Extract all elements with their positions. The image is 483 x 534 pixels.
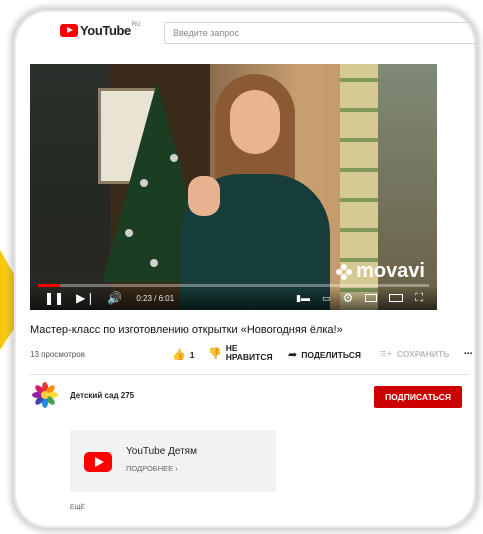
- ornament: [140, 179, 148, 187]
- ornament: [150, 259, 158, 267]
- channel-row: Детский сад 275 ПОДПИСАТЬСЯ: [30, 380, 470, 410]
- theater-mode-icon[interactable]: [389, 294, 404, 302]
- player-controls: ❚❚ ▶❘ 🔊 0:23 / 6:01 ▮▬ ▭ ⚙ ⛶: [30, 286, 437, 310]
- volume-icon[interactable]: 🔊: [107, 291, 122, 305]
- more-dots-icon: ⋯: [464, 348, 473, 358]
- video-player[interactable]: movavi ❚❚ ▶❘ 🔊 0:23 / 6:01 ▮▬ ▭ ⚙ ⛶: [30, 64, 437, 310]
- search-input[interactable]: Введите запрос: [164, 22, 476, 44]
- promo-more-label: ПОДРОБНЕЕ: [126, 464, 174, 473]
- watermark-text: movavi: [356, 260, 425, 282]
- movavi-watermark: movavi: [336, 260, 425, 283]
- subscribe-button[interactable]: ПОДПИСАТЬСЯ: [374, 386, 462, 408]
- miniplayer-icon[interactable]: [365, 294, 378, 302]
- more-actions-button[interactable]: ⋯: [464, 348, 473, 359]
- thumbs-down-icon: 👎: [208, 347, 222, 360]
- ornament: [170, 154, 178, 162]
- like-button[interactable]: 👍 1: [172, 348, 194, 361]
- youtube-kids-play-icon: [84, 452, 112, 472]
- divider: [30, 374, 470, 375]
- channel-avatar-flower-icon[interactable]: [32, 382, 58, 408]
- fullscreen-icon[interactable]: ⛶: [415, 292, 423, 305]
- presenter-hand: [188, 176, 220, 216]
- youtube-kids-card[interactable]: YouTube Детям ПОДРОБНЕЕ ›: [70, 430, 276, 492]
- time-display: 0:23 / 6:01: [136, 293, 175, 303]
- movavi-logo-icon: [336, 263, 353, 280]
- promo-title: YouTube Детям: [126, 446, 197, 457]
- youtube-play-icon: [60, 24, 78, 37]
- save-label: СОХРАНИТЬ: [396, 349, 450, 359]
- dislike-button[interactable]: 👎 НЕ НРАВИТСЯ: [208, 344, 273, 362]
- save-button[interactable]: ≡+ СОХРАНИТЬ: [380, 348, 449, 360]
- subtitles-icon[interactable]: ▭: [322, 293, 331, 304]
- settings-gear-icon[interactable]: ⚙: [343, 291, 354, 305]
- like-count: 1: [189, 349, 195, 360]
- share-label: ПОДЕЛИТЬСЯ: [301, 349, 361, 360]
- video-title: Мастер-класс по изготовлению открытки «Н…: [30, 324, 343, 336]
- logo-text: YouTube: [80, 23, 131, 38]
- presenter-face: [230, 90, 280, 154]
- view-count: 13 просмотров: [30, 350, 85, 359]
- share-button[interactable]: ➦ ПОДЕЛИТЬСЯ: [288, 348, 361, 361]
- show-more-link[interactable]: ЕЩЁ: [70, 504, 85, 511]
- screenshot-frame: YouTube RU Введите запрос movavi ❚❚ ▶❘ 🔊…: [14, 10, 476, 528]
- dislike-label: НЕ НРАВИТСЯ: [225, 343, 273, 362]
- next-icon[interactable]: ▶❘: [76, 291, 95, 305]
- add-to-playlist-icon: ≡+: [380, 348, 393, 360]
- thumbs-up-icon: 👍: [172, 349, 186, 361]
- autoplay-toggle-icon[interactable]: ▮▬: [296, 293, 310, 304]
- youtube-logo[interactable]: YouTube RU: [60, 21, 141, 38]
- share-arrow-icon: ➦: [288, 349, 298, 361]
- top-bar: YouTube RU Введите запрос: [14, 10, 476, 52]
- logo-region: RU: [131, 21, 141, 28]
- ornament: [125, 229, 133, 237]
- chevron-right-icon: ›: [175, 464, 178, 473]
- promo-more-link[interactable]: ПОДРОБНЕЕ ›: [126, 464, 178, 473]
- pause-icon[interactable]: ❚❚: [44, 291, 64, 305]
- video-meta-row: 13 просмотров 👍 1 👎 НЕ НРАВИТСЯ ➦ ПОДЕЛИ…: [30, 344, 473, 366]
- channel-name[interactable]: Детский сад 275: [70, 391, 134, 400]
